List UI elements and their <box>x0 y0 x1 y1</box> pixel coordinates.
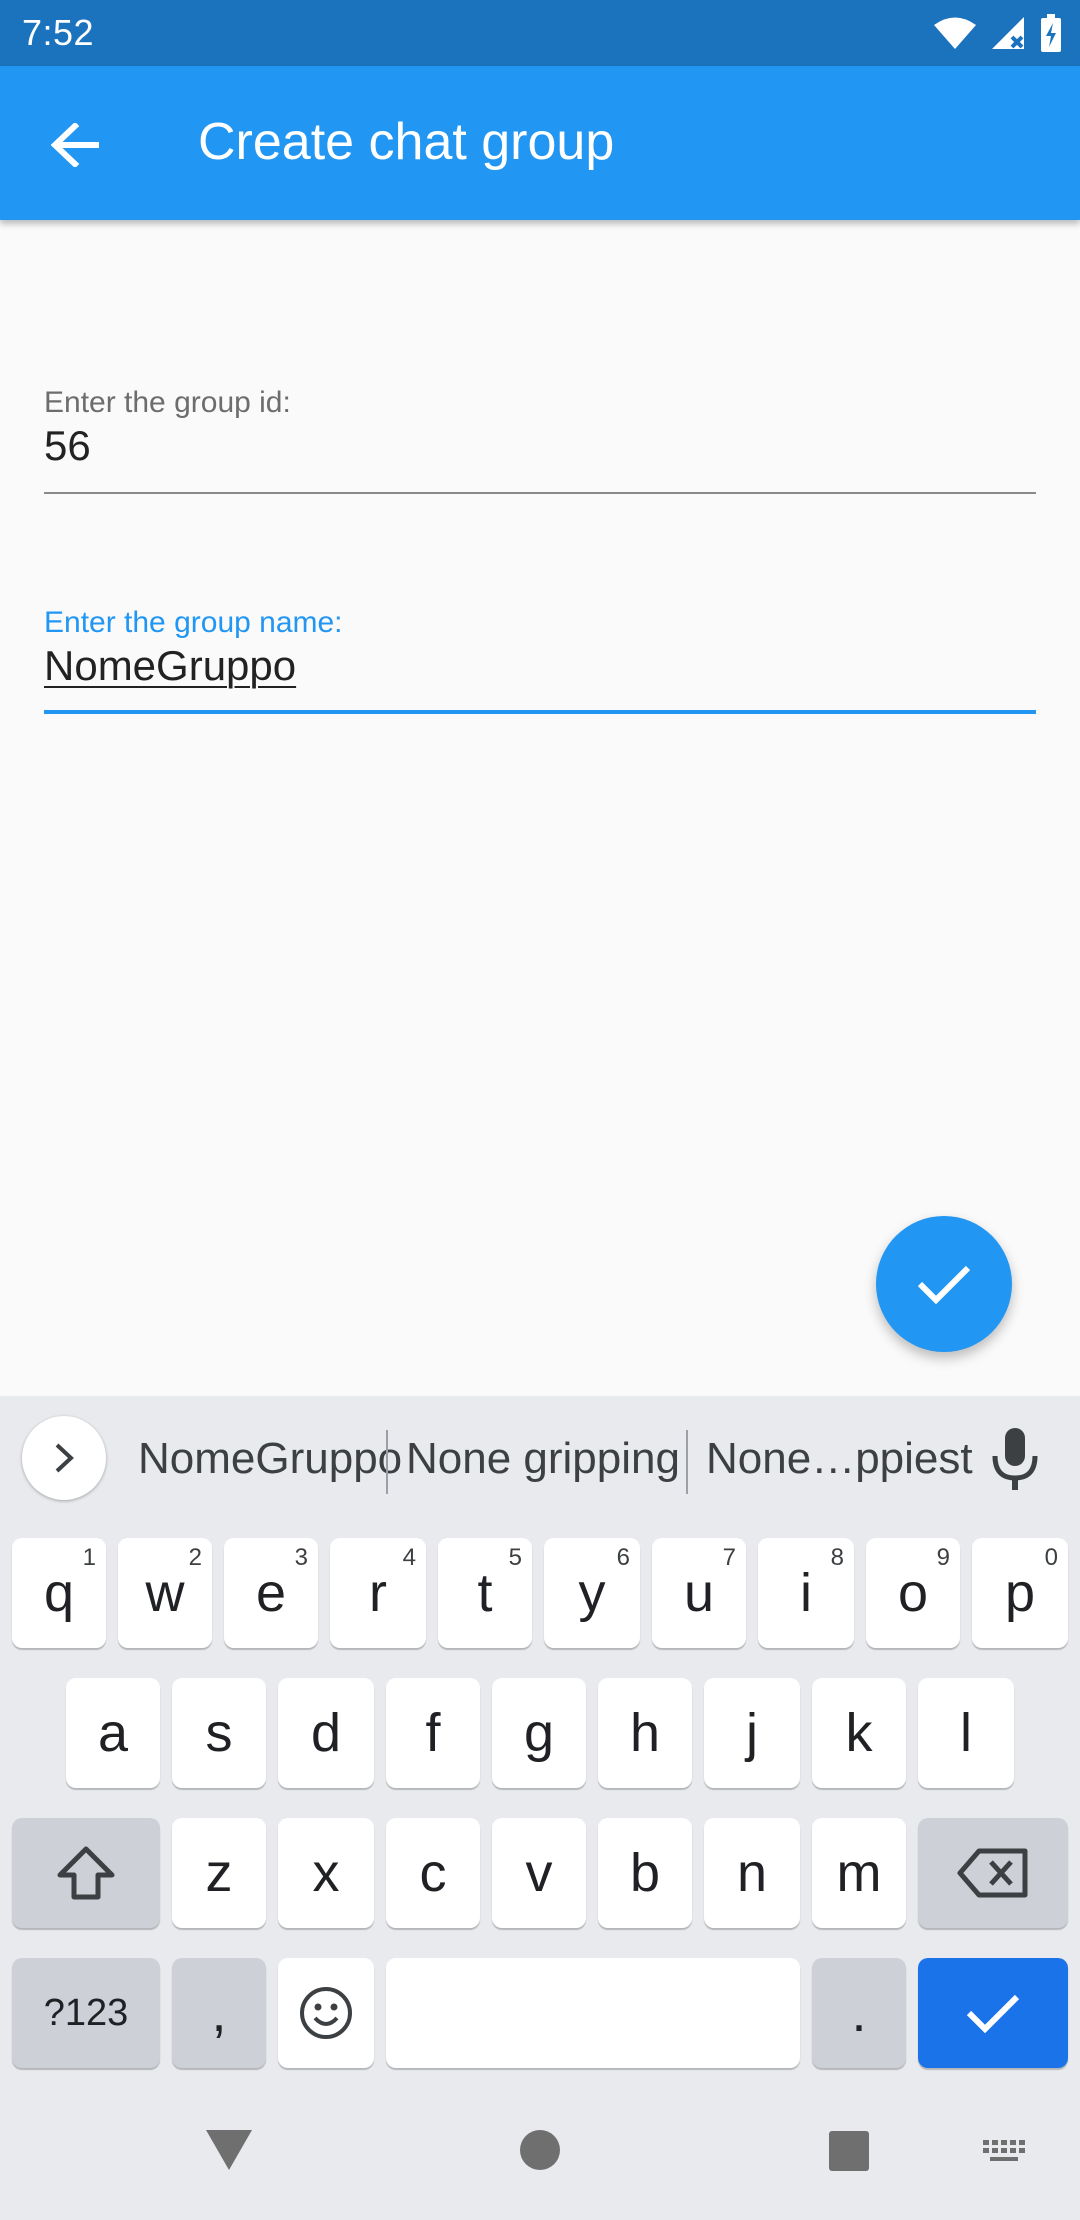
key-r[interactable]: r4 <box>330 1538 426 1648</box>
backspace-icon <box>957 1848 1028 1898</box>
suggestion-3[interactable]: None…ppiest <box>706 1434 973 1484</box>
group-id-label: Enter the group id: <box>44 386 291 419</box>
group-name-label: Enter the group name: <box>44 606 343 639</box>
navigation-bar <box>0 2076 1080 2220</box>
expand-suggestions-button[interactable] <box>22 1416 106 1500</box>
signal-icon <box>992 17 1024 49</box>
suggestion-divider <box>686 1430 688 1494</box>
backspace-key[interactable] <box>918 1818 1068 1928</box>
comma-key[interactable]: , <box>172 1958 266 2068</box>
key-l[interactable]: l <box>918 1678 1014 1788</box>
key-p[interactable]: p0 <box>972 1538 1068 1648</box>
suggestion-2[interactable]: None gripping <box>406 1434 680 1484</box>
microphone-icon <box>992 1428 1038 1490</box>
key-w[interactable]: w2 <box>118 1538 212 1648</box>
key-f[interactable]: f <box>386 1678 480 1788</box>
check-icon <box>917 1265 971 1305</box>
voice-input-button[interactable] <box>990 1426 1040 1492</box>
key-j[interactable]: j <box>704 1678 800 1788</box>
home-circle-icon[interactable] <box>518 2128 562 2172</box>
key-q[interactable]: q1 <box>12 1538 106 1648</box>
status-bar: 7:52 <box>0 0 1080 66</box>
key-c[interactable]: c <box>386 1818 480 1928</box>
recents-square-icon[interactable] <box>828 2130 870 2172</box>
key-i[interactable]: i8 <box>758 1538 854 1648</box>
enter-key[interactable] <box>918 1958 1068 2068</box>
group-name-field[interactable]: Enter the group name: NomeGruppo <box>44 606 1036 718</box>
suggestion-divider <box>386 1430 388 1494</box>
period-key[interactable]: . <box>812 1958 906 2068</box>
shift-key[interactable] <box>12 1818 160 1928</box>
key-u[interactable]: u7 <box>652 1538 746 1648</box>
group-name-underline <box>44 710 1036 714</box>
key-y[interactable]: y6 <box>544 1538 640 1648</box>
key-g[interactable]: g <box>492 1678 586 1788</box>
key-a[interactable]: a <box>66 1678 160 1788</box>
key-b[interactable]: b <box>598 1818 692 1928</box>
key-s[interactable]: s <box>172 1678 266 1788</box>
soft-keyboard: NomeGruppo None gripping None…ppiest q1 … <box>0 1396 1080 2076</box>
key-t[interactable]: t5 <box>438 1538 532 1648</box>
keyboard-switch-icon[interactable] <box>982 2138 1028 2168</box>
group-id-input[interactable]: 56 <box>44 422 1036 470</box>
group-id-underline <box>44 492 1036 494</box>
chevron-right-icon <box>55 1443 74 1473</box>
space-key[interactable] <box>386 1958 800 2068</box>
key-z[interactable]: z <box>172 1818 266 1928</box>
emoji-key[interactable] <box>278 1958 374 2068</box>
group-name-input[interactable]: NomeGruppo <box>44 642 1036 690</box>
key-h[interactable]: h <box>598 1678 692 1788</box>
app-bar: Create chat group <box>0 66 1080 220</box>
check-icon <box>966 1994 1020 2034</box>
battery-icon <box>1041 14 1061 52</box>
emoji-icon <box>300 1987 352 2039</box>
shift-icon <box>57 1846 115 1900</box>
symbols-key[interactable]: ?123 <box>12 1958 160 2068</box>
back-triangle-icon[interactable] <box>204 2128 254 2172</box>
suggestion-1[interactable]: NomeGruppo <box>138 1434 402 1484</box>
key-v[interactable]: v <box>492 1818 586 1928</box>
status-time: 7:52 <box>22 12 95 53</box>
key-o[interactable]: o9 <box>866 1538 960 1648</box>
confirm-fab-button[interactable] <box>876 1216 1012 1352</box>
key-x[interactable]: x <box>278 1818 374 1928</box>
back-button[interactable] <box>36 106 114 184</box>
page-title: Create chat group <box>198 113 615 171</box>
key-k[interactable]: k <box>812 1678 906 1788</box>
wifi-icon <box>934 17 976 49</box>
suggestion-strip: NomeGruppo None gripping None…ppiest <box>0 1396 1080 1522</box>
status-icons <box>934 12 1062 54</box>
group-id-field[interactable]: Enter the group id: 56 <box>44 386 1036 496</box>
key-n[interactable]: n <box>704 1818 800 1928</box>
key-e[interactable]: e3 <box>224 1538 318 1648</box>
key-m[interactable]: m <box>812 1818 906 1928</box>
key-d[interactable]: d <box>278 1678 374 1788</box>
arrow-back-icon <box>51 123 99 167</box>
